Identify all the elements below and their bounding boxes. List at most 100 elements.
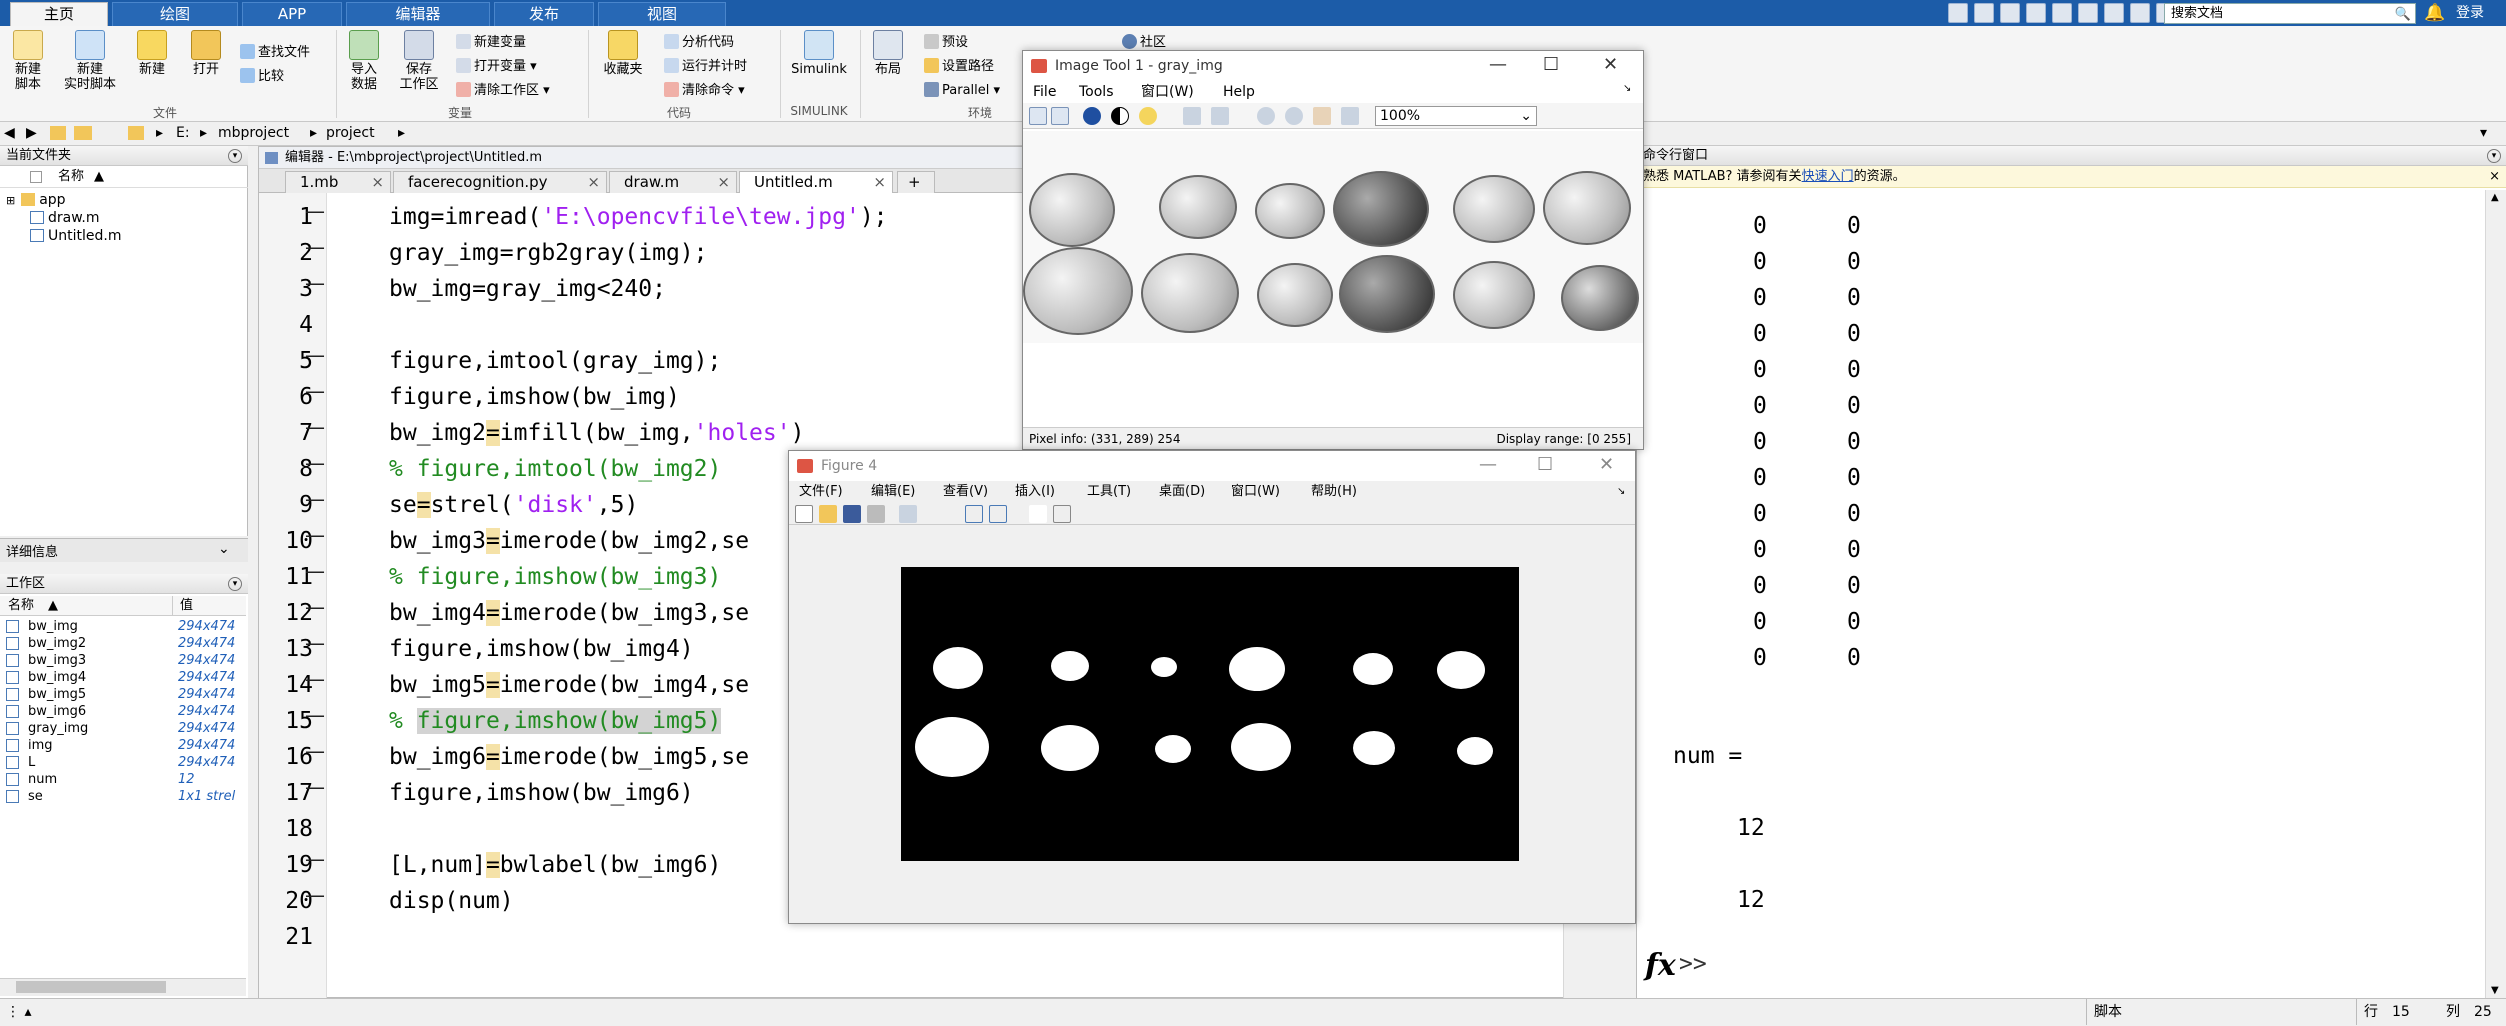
switch-windows-icon[interactable] <box>2104 3 2124 23</box>
workspace-row[interactable]: L 294x474 <box>0 754 246 771</box>
scroll-down-icon[interactable]: ▼ <box>2491 985 2499 996</box>
save-icon[interactable] <box>1948 3 1968 23</box>
editor-tab[interactable]: draw.m × <box>609 171 737 193</box>
editor-tab[interactable]: facerecognition.py × <box>393 171 607 193</box>
tab-apps[interactable]: APP <box>242 2 342 26</box>
search-input[interactable]: 搜索文档 🔍 <box>2164 3 2416 24</box>
code-line[interactable]: % figure,imshow(bw_img5) <box>389 703 722 739</box>
workspace-row[interactable]: bw_img3 294x474 <box>0 652 246 669</box>
image-tool-titlebar[interactable]: Image Tool 1 - gray_img — ☐ ✕ <box>1023 51 1643 81</box>
panel-menu-icon[interactable]: ▾ <box>228 149 242 163</box>
new-variable-button[interactable]: 新建变量 <box>456 34 526 51</box>
new-tab-button[interactable]: + <box>897 171 935 193</box>
menu-window[interactable]: 窗口(W) <box>1141 81 1194 103</box>
compare-button[interactable]: 比较 <box>240 68 284 85</box>
expand-plus-icon[interactable]: ⊞ <box>6 194 15 207</box>
function-browser-icon[interactable]: fx <box>1645 948 1676 983</box>
favorites-button[interactable]: 收藏夹 <box>596 30 650 77</box>
open-variable-button[interactable]: 打开变量 ▾ <box>456 58 537 75</box>
code-line[interactable]: bw_img4=imerode(bw_img3,se <box>389 595 749 631</box>
breakpoint-marker[interactable]: — <box>305 415 327 439</box>
folder-item-app[interactable]: ⊞ app <box>6 192 66 209</box>
select-all-checkbox[interactable] <box>30 171 42 183</box>
menu-file[interactable]: File <box>1033 81 1056 103</box>
contrast-icon[interactable] <box>1111 107 1129 125</box>
preferences-button[interactable]: 预设 <box>924 34 968 51</box>
breakpoint-marker[interactable]: — <box>305 631 327 655</box>
breakpoint-marker[interactable]: — <box>305 271 327 295</box>
dock-arrow-icon[interactable]: ↘ <box>1623 83 1631 94</box>
file-item-untitled[interactable]: Untitled.m <box>30 228 121 245</box>
close-icon[interactable]: × <box>873 172 886 193</box>
cursor-arrow-icon[interactable] <box>1029 505 1047 523</box>
clear-commands-button[interactable]: 清除命令 ▾ <box>664 82 745 99</box>
new-script-button[interactable]: 新建 脚本 <box>6 30 50 92</box>
file-item-draw[interactable]: draw.m <box>30 210 99 227</box>
open-file-icon[interactable] <box>819 505 837 523</box>
tab-editor[interactable]: 编辑器 <box>346 2 490 26</box>
print-icon[interactable] <box>867 505 885 523</box>
code-line[interactable]: figure,imshow(bw_img6) <box>389 775 694 811</box>
breakpoint-marker[interactable]: — <box>305 199 327 223</box>
paste-icon[interactable] <box>2026 3 2046 23</box>
workspace-row[interactable]: bw_img5 294x474 <box>0 686 246 703</box>
find-files-button[interactable]: 查找文件 <box>240 44 310 61</box>
getting-started-link[interactable]: 快速入门 <box>1802 169 1854 184</box>
code-line[interactable]: bw_img2=imfill(bw_img,'holes') <box>389 415 804 451</box>
tab-plots[interactable]: 绘图 <box>112 2 238 26</box>
help-icon[interactable] <box>2130 3 2150 23</box>
browse-folder-icon[interactable] <box>74 126 92 140</box>
breadcrumb-project[interactable]: project <box>326 122 375 144</box>
scrollbar-thumb[interactable] <box>16 981 166 993</box>
dock-arrow-icon[interactable]: ↘ <box>1617 481 1625 503</box>
run-and-time-button[interactable]: 运行并计时 <box>664 58 747 75</box>
property-editor-icon[interactable] <box>1053 505 1071 523</box>
tab-view[interactable]: 视图 <box>598 2 726 26</box>
workspace-row[interactable]: bw_img2 294x474 <box>0 635 246 652</box>
pixel-info-icon[interactable] <box>1029 107 1047 125</box>
breakpoint-marker[interactable]: — <box>305 235 327 259</box>
code-line[interactable]: % figure,imtool(bw_img2) <box>389 451 721 487</box>
figure-titlebar[interactable]: Figure 4 — ☐ ✕ <box>789 451 1635 481</box>
address-dropdown-icon[interactable]: ▾ <box>2480 122 2487 144</box>
workspace-row[interactable]: bw_img4 294x474 <box>0 669 246 686</box>
close-icon[interactable]: × <box>587 172 600 193</box>
analyze-code-button[interactable]: 分析代码 <box>664 34 734 51</box>
command-prompt[interactable]: >> <box>1679 946 1707 982</box>
maximize-icon[interactable]: ☐ <box>1543 51 1559 79</box>
menu-insert[interactable]: 插入(I) <box>1015 481 1055 503</box>
simulink-button[interactable]: Simulink <box>788 30 850 77</box>
close-icon[interactable]: × <box>371 172 384 193</box>
workspace-row[interactable]: se 1x1 strel <box>0 788 246 805</box>
clear-workspace-button[interactable]: 清除工作区 ▾ <box>456 82 550 99</box>
menu-help[interactable]: 帮助(H) <box>1311 481 1357 503</box>
pan-hand-icon[interactable] <box>1313 107 1331 125</box>
close-icon[interactable]: × <box>2489 166 2500 188</box>
redo-icon[interactable] <box>2078 3 2098 23</box>
link-plot-icon[interactable] <box>899 505 917 523</box>
code-line[interactable]: gray_img=rgb2gray(img); <box>389 235 708 271</box>
breakpoint-marker[interactable]: — <box>305 847 327 871</box>
search-icon[interactable]: 🔍 <box>2395 5 2411 24</box>
chevron-down-icon[interactable]: ⌄ <box>218 541 230 557</box>
close-icon[interactable]: ✕ <box>1603 51 1618 79</box>
workspace-row[interactable]: bw_img6 294x474 <box>0 703 246 720</box>
code-line[interactable]: figure,imtool(gray_img); <box>389 343 721 379</box>
workspace-row[interactable]: img 294x474 <box>0 737 246 754</box>
code-line[interactable]: [L,num]=bwlabel(bw_img6) <box>389 847 721 883</box>
menu-window[interactable]: 窗口(W) <box>1231 481 1280 503</box>
menu-help[interactable]: Help <box>1223 81 1255 103</box>
up-folder-icon[interactable] <box>50 126 66 140</box>
menu-file[interactable]: 文件(F) <box>799 481 843 503</box>
minimize-icon[interactable]: — <box>1489 51 1507 79</box>
code-line[interactable]: figure,imshow(bw_img) <box>389 379 680 415</box>
save-workspace-button[interactable]: 保存 工作区 <box>396 30 442 92</box>
code-line[interactable]: img=imread('E:\opencvfile\tew.jpg'); <box>389 199 888 235</box>
panel-menu-icon[interactable]: ▾ <box>2487 149 2501 163</box>
set-path-button[interactable]: 设置路径 <box>924 58 994 75</box>
code-line[interactable]: disp(num) <box>389 883 514 919</box>
editor-tab[interactable]: 1.mb × <box>285 171 391 193</box>
pixel-region-icon[interactable] <box>1051 107 1069 125</box>
layout-button[interactable]: 布局 <box>868 30 908 77</box>
code-line[interactable]: se=strel('disk',5) <box>389 487 638 523</box>
